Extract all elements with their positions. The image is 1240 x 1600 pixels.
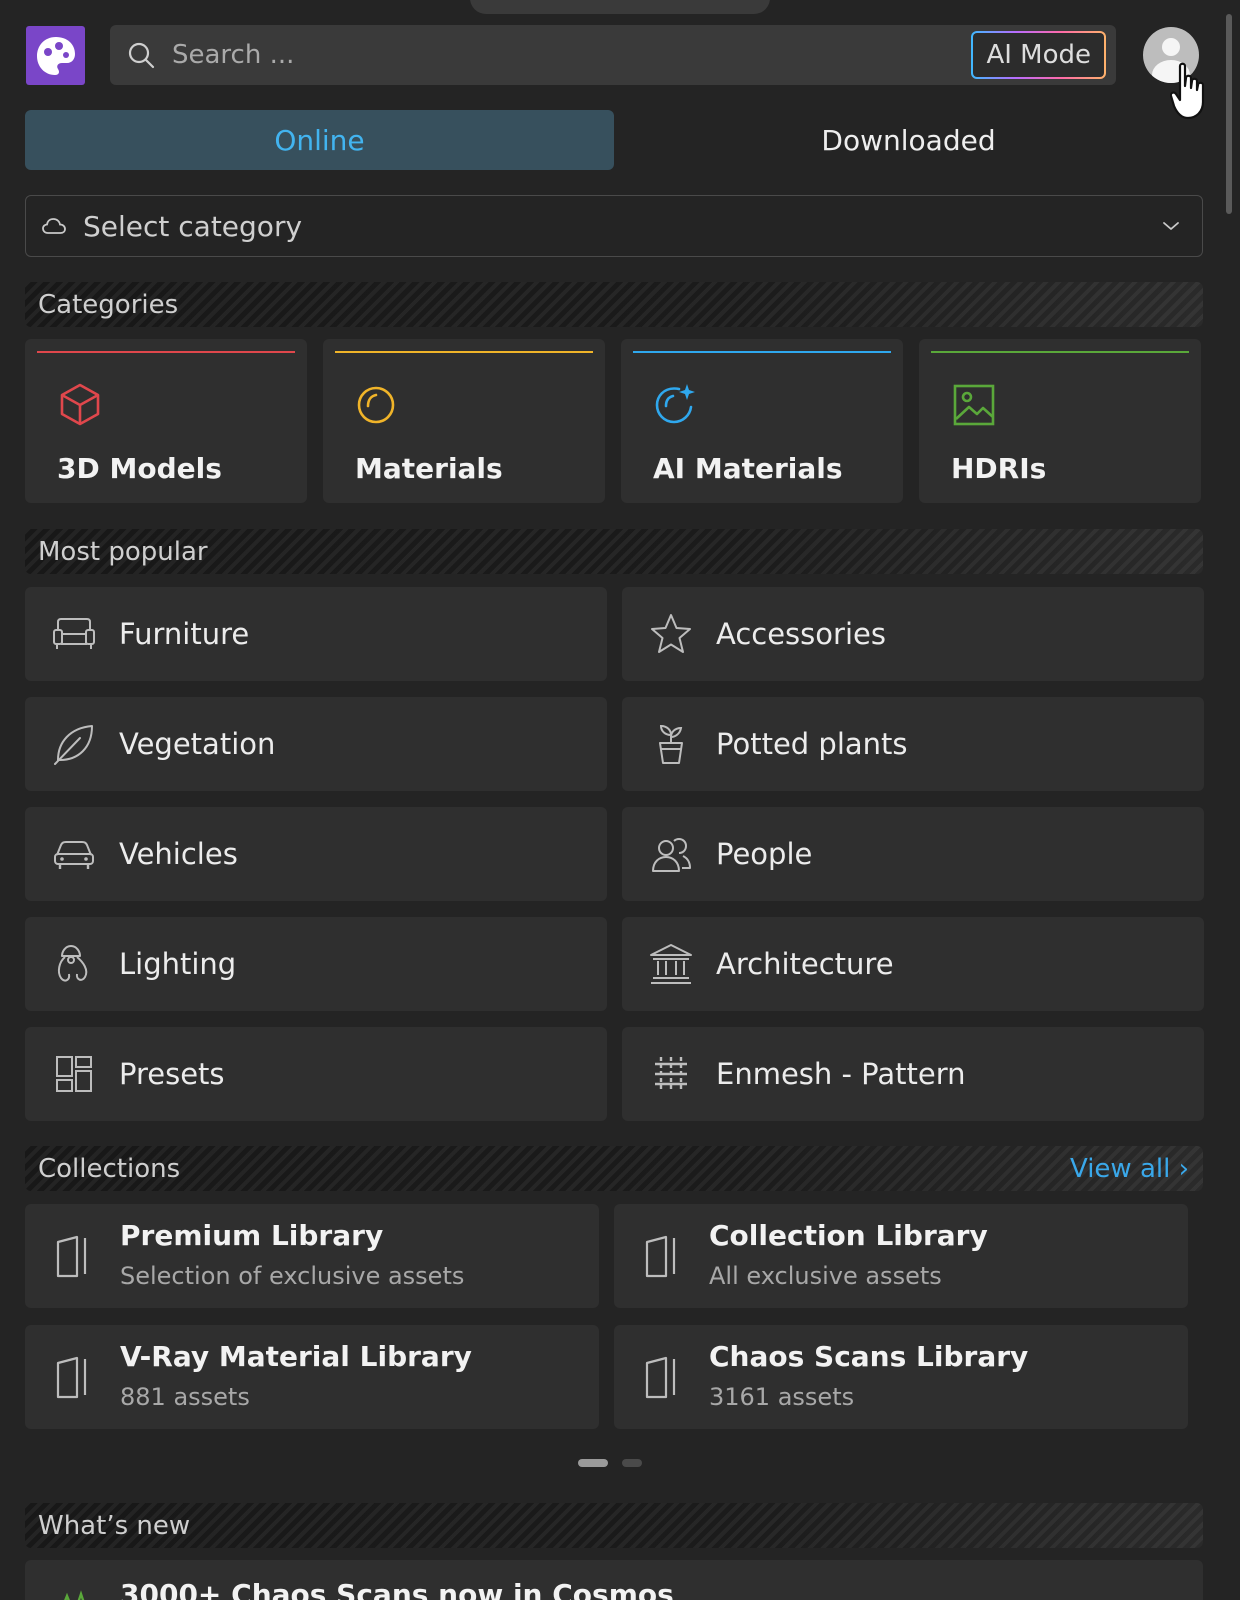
category-card-hdris[interactable]: HDRIs: [919, 339, 1201, 503]
collection-card-collection-library[interactable]: Collection Library All exclusive assets: [614, 1204, 1188, 1308]
category-title: Materials: [355, 452, 503, 485]
car-icon: [51, 831, 97, 877]
collection-card-vray-material-library[interactable]: V-Ray Material Library 881 assets: [25, 1325, 599, 1429]
category-select[interactable]: Select category: [25, 195, 1203, 257]
avatar-head: [1162, 38, 1180, 56]
news-icon: [64, 1590, 85, 1600]
carousel-dot-1[interactable]: [578, 1459, 608, 1467]
category-select-label: Select category: [83, 209, 303, 243]
scrollbar[interactable]: [1226, 14, 1232, 214]
popular-item-label: Vegetation: [119, 727, 276, 761]
category-card-3d-models[interactable]: 3D Models: [25, 339, 307, 503]
collection-title: Chaos Scans Library: [709, 1340, 1029, 1373]
popular-item-presets[interactable]: Presets: [25, 1027, 607, 1121]
popular-item-label: Architecture: [716, 947, 894, 981]
category-accent-bar: [335, 351, 593, 353]
building-icon: [648, 941, 694, 987]
collection-subtitle: 3161 assets: [709, 1383, 855, 1411]
search-bar: AI Mode: [110, 25, 1116, 85]
section-header-most-popular: Most popular: [25, 529, 1203, 574]
popular-item-label: Vehicles: [119, 837, 238, 871]
category-title: 3D Models: [57, 452, 222, 485]
palette-logo-icon: [36, 36, 75, 75]
section-title: Most popular: [38, 536, 208, 567]
search-icon: [126, 40, 156, 70]
popular-item-accessories[interactable]: Accessories: [622, 587, 1204, 681]
popular-item-label: Lighting: [119, 947, 237, 981]
section-header-collections: Collections View all ›: [25, 1146, 1203, 1191]
popular-item-lighting[interactable]: Lighting: [25, 917, 607, 1011]
chevron-down-icon: [1163, 222, 1179, 230]
cloud-icon: [42, 218, 66, 234]
section-title: Collections: [38, 1153, 181, 1184]
cube-icon: [60, 383, 100, 426]
category-card-ai-materials[interactable]: AI Materials: [621, 339, 903, 503]
carousel-dot-2[interactable]: [622, 1459, 642, 1467]
ai-mode-button[interactable]: AI Mode: [971, 31, 1106, 79]
collection-subtitle: Selection of exclusive assets: [120, 1262, 465, 1290]
collection-title: V-Ray Material Library: [120, 1340, 472, 1373]
section-header-categories: Categories: [25, 282, 1203, 327]
popular-item-potted-plants[interactable]: Potted plants: [622, 697, 1204, 791]
popular-item-enmesh-pattern[interactable]: Enmesh - Pattern: [622, 1027, 1204, 1121]
popular-item-people[interactable]: People: [622, 807, 1204, 901]
collection-card-premium-library[interactable]: Premium Library Selection of exclusive a…: [25, 1204, 599, 1308]
leaf-icon: [51, 721, 97, 767]
popular-item-label: Presets: [119, 1057, 225, 1091]
popular-item-label: Enmesh - Pattern: [716, 1057, 966, 1091]
lamp-icon: [51, 941, 97, 987]
category-card-materials[interactable]: Materials: [323, 339, 605, 503]
category-title: HDRIs: [951, 452, 1047, 485]
popular-item-vehicles[interactable]: Vehicles: [25, 807, 607, 901]
tab-online[interactable]: Online: [25, 110, 614, 170]
tab-downloaded[interactable]: Downloaded: [614, 110, 1203, 170]
news-title: 3000+ Chaos Scans now in Cosmos: [120, 1578, 674, 1600]
section-title: What’s new: [38, 1510, 191, 1541]
window-notch: [470, 0, 770, 14]
carousel-pagination: [578, 1459, 642, 1467]
category-accent-bar: [931, 351, 1189, 353]
section-title: Categories: [38, 289, 179, 320]
collection-title: Premium Library: [120, 1219, 384, 1252]
section-header-whats-new: What’s new: [25, 1503, 1203, 1548]
search-input[interactable]: [156, 25, 972, 85]
book-icon: [645, 1356, 676, 1399]
sofa-icon: [51, 611, 97, 657]
ai-sparkle-icon: [655, 384, 695, 424]
category-title: AI Materials: [653, 452, 843, 485]
potted-plant-icon: [648, 721, 694, 767]
news-card[interactable]: 3000+ Chaos Scans now in Cosmos: [25, 1560, 1203, 1600]
star-icon: [648, 611, 694, 657]
category-accent-bar: [37, 351, 295, 353]
category-accent-bar: [633, 351, 891, 353]
cosmos-logo[interactable]: [26, 26, 85, 85]
popular-item-label: Furniture: [119, 617, 250, 651]
collection-title: Collection Library: [709, 1219, 988, 1252]
sphere-icon: [357, 386, 395, 424]
book-icon: [56, 1235, 87, 1278]
popular-item-furniture[interactable]: Furniture: [25, 587, 607, 681]
image-icon: [953, 384, 995, 426]
popular-item-vegetation[interactable]: Vegetation: [25, 697, 607, 791]
popular-item-architecture[interactable]: Architecture: [622, 917, 1204, 1011]
popular-item-label: Potted plants: [716, 727, 908, 761]
popular-item-label: People: [716, 837, 813, 871]
book-icon: [56, 1356, 87, 1399]
pattern-icon: [648, 1051, 694, 1097]
collection-subtitle: All exclusive assets: [709, 1262, 942, 1290]
view-all-collections-link[interactable]: View all ›: [1070, 1154, 1189, 1184]
presets-grid-icon: [51, 1051, 97, 1097]
collection-subtitle: 881 assets: [120, 1383, 250, 1411]
book-icon: [645, 1235, 676, 1278]
people-icon: [648, 831, 694, 877]
popular-item-label: Accessories: [716, 617, 886, 651]
collection-card-chaos-scans-library[interactable]: Chaos Scans Library 3161 assets: [614, 1325, 1188, 1429]
